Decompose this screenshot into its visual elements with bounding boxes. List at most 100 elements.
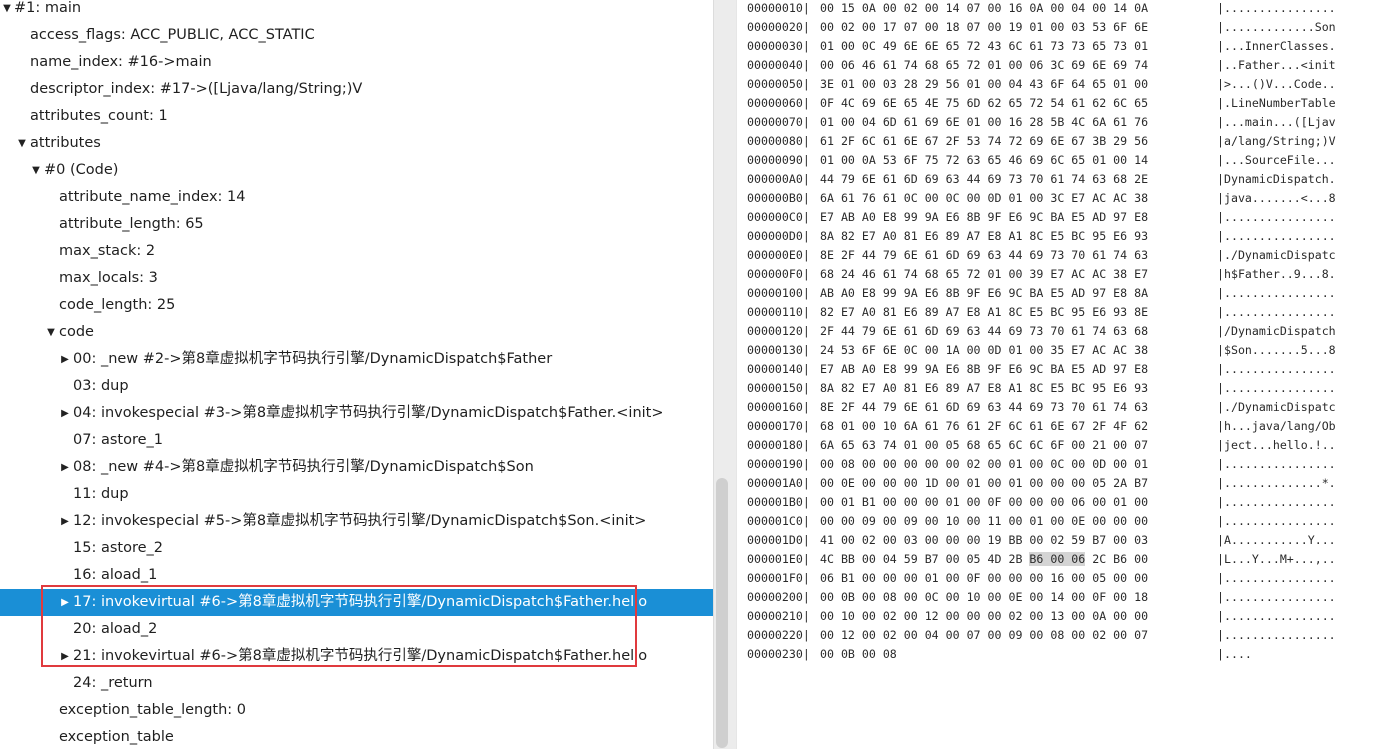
hex-ascii[interactable]: |$Son.......5...8: [1217, 341, 1336, 360]
hex-bytes[interactable]: 0F 4C 69 6E 65 4E 75 6D 62 65 72 54 61 6…: [820, 94, 1148, 113]
hex-ascii[interactable]: |ject...hello.!..: [1217, 436, 1336, 455]
hex-bytes[interactable]: 8A 82 E7 A0 81 E6 89 A7 E8 A1 8C E5 BC 9…: [820, 379, 1148, 398]
hex-ascii[interactable]: |................: [1217, 303, 1336, 322]
tree-row[interactable]: ▼ #0 (Code): [0, 157, 713, 184]
hex-bytes[interactable]: 00 08 00 00 00 00 00 02 00 01 00 0C 00 0…: [820, 455, 1148, 474]
tree-row[interactable]: access_flags: ACC_PUBLIC, ACC_STATIC: [0, 22, 713, 49]
hex-ascii[interactable]: |A...........Y...: [1217, 531, 1336, 550]
hex-bytes[interactable]: 00 06 46 61 74 68 65 72 01 00 06 3C 69 6…: [820, 56, 1148, 75]
hex-bytes[interactable]: 01 00 0A 53 6F 75 72 63 65 46 69 6C 65 0…: [820, 151, 1148, 170]
hex-bytes[interactable]: 61 2F 6C 61 6E 67 2F 53 74 72 69 6E 67 3…: [820, 132, 1148, 151]
tree-scrollbar-thumb[interactable]: [716, 478, 728, 748]
hex-ascii[interactable]: |................: [1217, 512, 1336, 531]
tree-row[interactable]: attributes_count: 1: [0, 103, 713, 130]
hex-bytes[interactable]: 68 01 00 10 6A 61 76 61 2F 6C 61 6E 67 2…: [820, 417, 1148, 436]
tree-row[interactable]: code_length: 25: [0, 292, 713, 319]
tree-row[interactable]: ▶ 00: _new #2->第8章虚拟机字节码执行引擎/DynamicDispa…: [0, 346, 713, 373]
hex-ascii[interactable]: |./DynamicDispatc: [1217, 246, 1336, 265]
tree-row[interactable]: exception_table: [0, 724, 713, 749]
hex-bytes[interactable]: 68 24 46 61 74 68 65 72 01 00 39 E7 AC A…: [820, 265, 1148, 284]
tree-row[interactable]: attribute_length: 65: [0, 211, 713, 238]
hex-ascii[interactable]: |h...java/lang/Ob: [1217, 417, 1336, 436]
hex-bytes[interactable]: E7 AB A0 E8 99 9A E6 8B 9F E6 9C BA E5 A…: [820, 360, 1148, 379]
hex-ascii[interactable]: |.............Son: [1217, 18, 1336, 37]
hex-bytes[interactable]: AB A0 E8 99 9A E6 8B 9F E6 9C BA E5 AD 9…: [820, 284, 1148, 303]
selected-bytes-highlight[interactable]: B6 00 06: [1029, 552, 1086, 566]
tree-row[interactable]: ▼ code: [0, 319, 713, 346]
hex-ascii[interactable]: |...InnerClasses.: [1217, 37, 1336, 56]
hex-bytes[interactable]: 44 79 6E 61 6D 69 63 44 69 73 70 61 74 6…: [820, 170, 1148, 189]
hex-bytes[interactable]: 00 15 0A 00 02 00 14 07 00 16 0A 00 04 0…: [820, 0, 1148, 18]
hex-ascii[interactable]: |................: [1217, 227, 1336, 246]
hex-bytes[interactable]: E7 AB A0 E8 99 9A E6 8B 9F E6 9C BA E5 A…: [820, 208, 1148, 227]
tree-row[interactable]: exception_table_length: 0: [0, 697, 713, 724]
hex-bytes[interactable]: 00 10 00 02 00 12 00 00 00 02 00 13 00 0…: [820, 607, 1148, 626]
tree-row[interactable]: ▼ attributes: [0, 130, 713, 157]
hex-bytes[interactable]: 06 B1 00 00 00 01 00 0F 00 00 00 16 00 0…: [820, 569, 1148, 588]
hex-ascii[interactable]: |................: [1217, 455, 1336, 474]
hex-ascii[interactable]: |................: [1217, 569, 1336, 588]
tree-row[interactable]: max_locals: 3: [0, 265, 713, 292]
tree-row[interactable]: 07: astore_1: [0, 427, 713, 454]
hex-bytes[interactable]: 00 0B 00 08 00 0C 00 10 00 0E 00 14 00 0…: [820, 588, 1148, 607]
hex-ascii[interactable]: |................: [1217, 588, 1336, 607]
hex-ascii[interactable]: |................: [1217, 0, 1336, 18]
hex-ascii[interactable]: |>...()V...Code..: [1217, 75, 1336, 94]
hex-bytes[interactable]: 3E 01 00 03 28 29 56 01 00 04 43 6F 64 6…: [820, 75, 1148, 94]
hex-ascii[interactable]: |DynamicDispatch.: [1217, 170, 1336, 189]
hex-ascii[interactable]: |................: [1217, 607, 1336, 626]
expanded-arrow-icon[interactable]: ▼: [1, 0, 13, 22]
expanded-arrow-icon[interactable]: ▼: [45, 319, 57, 346]
hex-dump-panel[interactable]: 00000010| 00 15 0A 00 02 00 14 07 00 16 0…: [737, 0, 1393, 749]
hex-ascii[interactable]: |..............*.: [1217, 474, 1336, 493]
hex-bytes[interactable]: 6A 65 63 74 01 00 05 68 65 6C 6C 6F 00 2…: [820, 436, 1148, 455]
hex-ascii[interactable]: |a/lang/String;)V: [1217, 132, 1336, 151]
hex-bytes[interactable]: 8E 2F 44 79 6E 61 6D 69 63 44 69 73 70 6…: [820, 246, 1148, 265]
hex-ascii[interactable]: |h$Father..9...8.: [1217, 265, 1336, 284]
hex-ascii[interactable]: |................: [1217, 379, 1336, 398]
tree-row[interactable]: 03: dup: [0, 373, 713, 400]
hex-ascii[interactable]: |................: [1217, 493, 1336, 512]
hex-ascii[interactable]: |.LineNumberTable: [1217, 94, 1336, 113]
hex-bytes[interactable]: 00 0B 00 08: [820, 645, 897, 664]
hex-ascii[interactable]: |./DynamicDispatc: [1217, 398, 1336, 417]
tree-row[interactable]: descriptor_index: #17->([Ljava/lang/Stri…: [0, 76, 713, 103]
hex-bytes[interactable]: 8A 82 E7 A0 81 E6 89 A7 E8 A1 8C E5 BC 9…: [820, 227, 1148, 246]
hex-bytes[interactable]: 6A 61 76 61 0C 00 0C 00 0D 01 00 3C E7 A…: [820, 189, 1148, 208]
tree-row[interactable]: 11: dup: [0, 481, 713, 508]
tree-row[interactable]: attribute_name_index: 14: [0, 184, 713, 211]
tree-row[interactable]: ▶ 12: invokespecial #5->第8章虚拟机字节码执行引擎/Dyn…: [0, 508, 713, 535]
hex-bytes[interactable]: 82 E7 A0 81 E6 89 A7 E8 A1 8C E5 BC 95 E…: [820, 303, 1148, 322]
expanded-arrow-icon[interactable]: ▼: [30, 157, 42, 184]
hex-bytes[interactable]: 00 02 00 17 07 00 18 07 00 19 01 00 03 5…: [820, 18, 1148, 37]
tree-row[interactable]: ▼ #1: main: [0, 0, 713, 22]
hex-ascii[interactable]: |................: [1217, 360, 1336, 379]
hex-bytes[interactable]: 00 01 B1 00 00 00 01 00 0F 00 00 00 06 0…: [820, 493, 1148, 512]
hex-bytes[interactable]: 00 12 00 02 00 04 00 07 00 09 00 08 00 0…: [820, 626, 1148, 645]
hex-bytes[interactable]: 41 00 02 00 03 00 00 00 19 BB 00 02 59 B…: [820, 531, 1148, 550]
hex-ascii[interactable]: |................: [1217, 208, 1336, 227]
tree-row[interactable]: max_stack: 2: [0, 238, 713, 265]
hex-ascii[interactable]: |....: [1217, 645, 1252, 664]
collapsed-arrow-icon[interactable]: ▶: [59, 508, 71, 535]
hex-bytes[interactable]: 4C BB 00 04 59 B7 00 05 4D 2B B6 00 06 2…: [820, 550, 1148, 569]
tree-row[interactable]: ▶ 08: _new #4->第8章虚拟机字节码执行引擎/DynamicDispa…: [0, 454, 713, 481]
hex-bytes[interactable]: 00 0E 00 00 00 1D 00 01 00 01 00 00 00 0…: [820, 474, 1148, 493]
expanded-arrow-icon[interactable]: ▼: [16, 130, 28, 157]
hex-ascii[interactable]: |...SourceFile...: [1217, 151, 1336, 170]
hex-bytes[interactable]: 01 00 0C 49 6E 6E 65 72 43 6C 61 73 73 6…: [820, 37, 1148, 56]
hex-ascii[interactable]: |L...Y...M+...,..: [1217, 550, 1336, 569]
tree-row[interactable]: 15: astore_2: [0, 535, 713, 562]
hex-ascii[interactable]: |..Father...<init: [1217, 56, 1336, 75]
hex-ascii[interactable]: |................: [1217, 626, 1336, 645]
tree-row[interactable]: ▶ 04: invokespecial #3->第8章虚拟机字节码执行引擎/Dyn…: [0, 400, 713, 427]
hex-bytes[interactable]: 2F 44 79 6E 61 6D 69 63 44 69 73 70 61 7…: [820, 322, 1148, 341]
hex-bytes[interactable]: 24 53 6F 6E 0C 00 1A 00 0D 01 00 35 E7 A…: [820, 341, 1148, 360]
collapsed-arrow-icon[interactable]: ▶: [59, 400, 71, 427]
hex-ascii[interactable]: |java.......<...8: [1217, 189, 1336, 208]
collapsed-arrow-icon[interactable]: ▶: [59, 454, 71, 481]
hex-bytes[interactable]: 8E 2F 44 79 6E 61 6D 69 63 44 69 73 70 6…: [820, 398, 1148, 417]
hex-ascii[interactable]: |................: [1217, 284, 1336, 303]
collapsed-arrow-icon[interactable]: ▶: [59, 346, 71, 373]
hex-ascii[interactable]: |...main...([Ljav: [1217, 113, 1336, 132]
